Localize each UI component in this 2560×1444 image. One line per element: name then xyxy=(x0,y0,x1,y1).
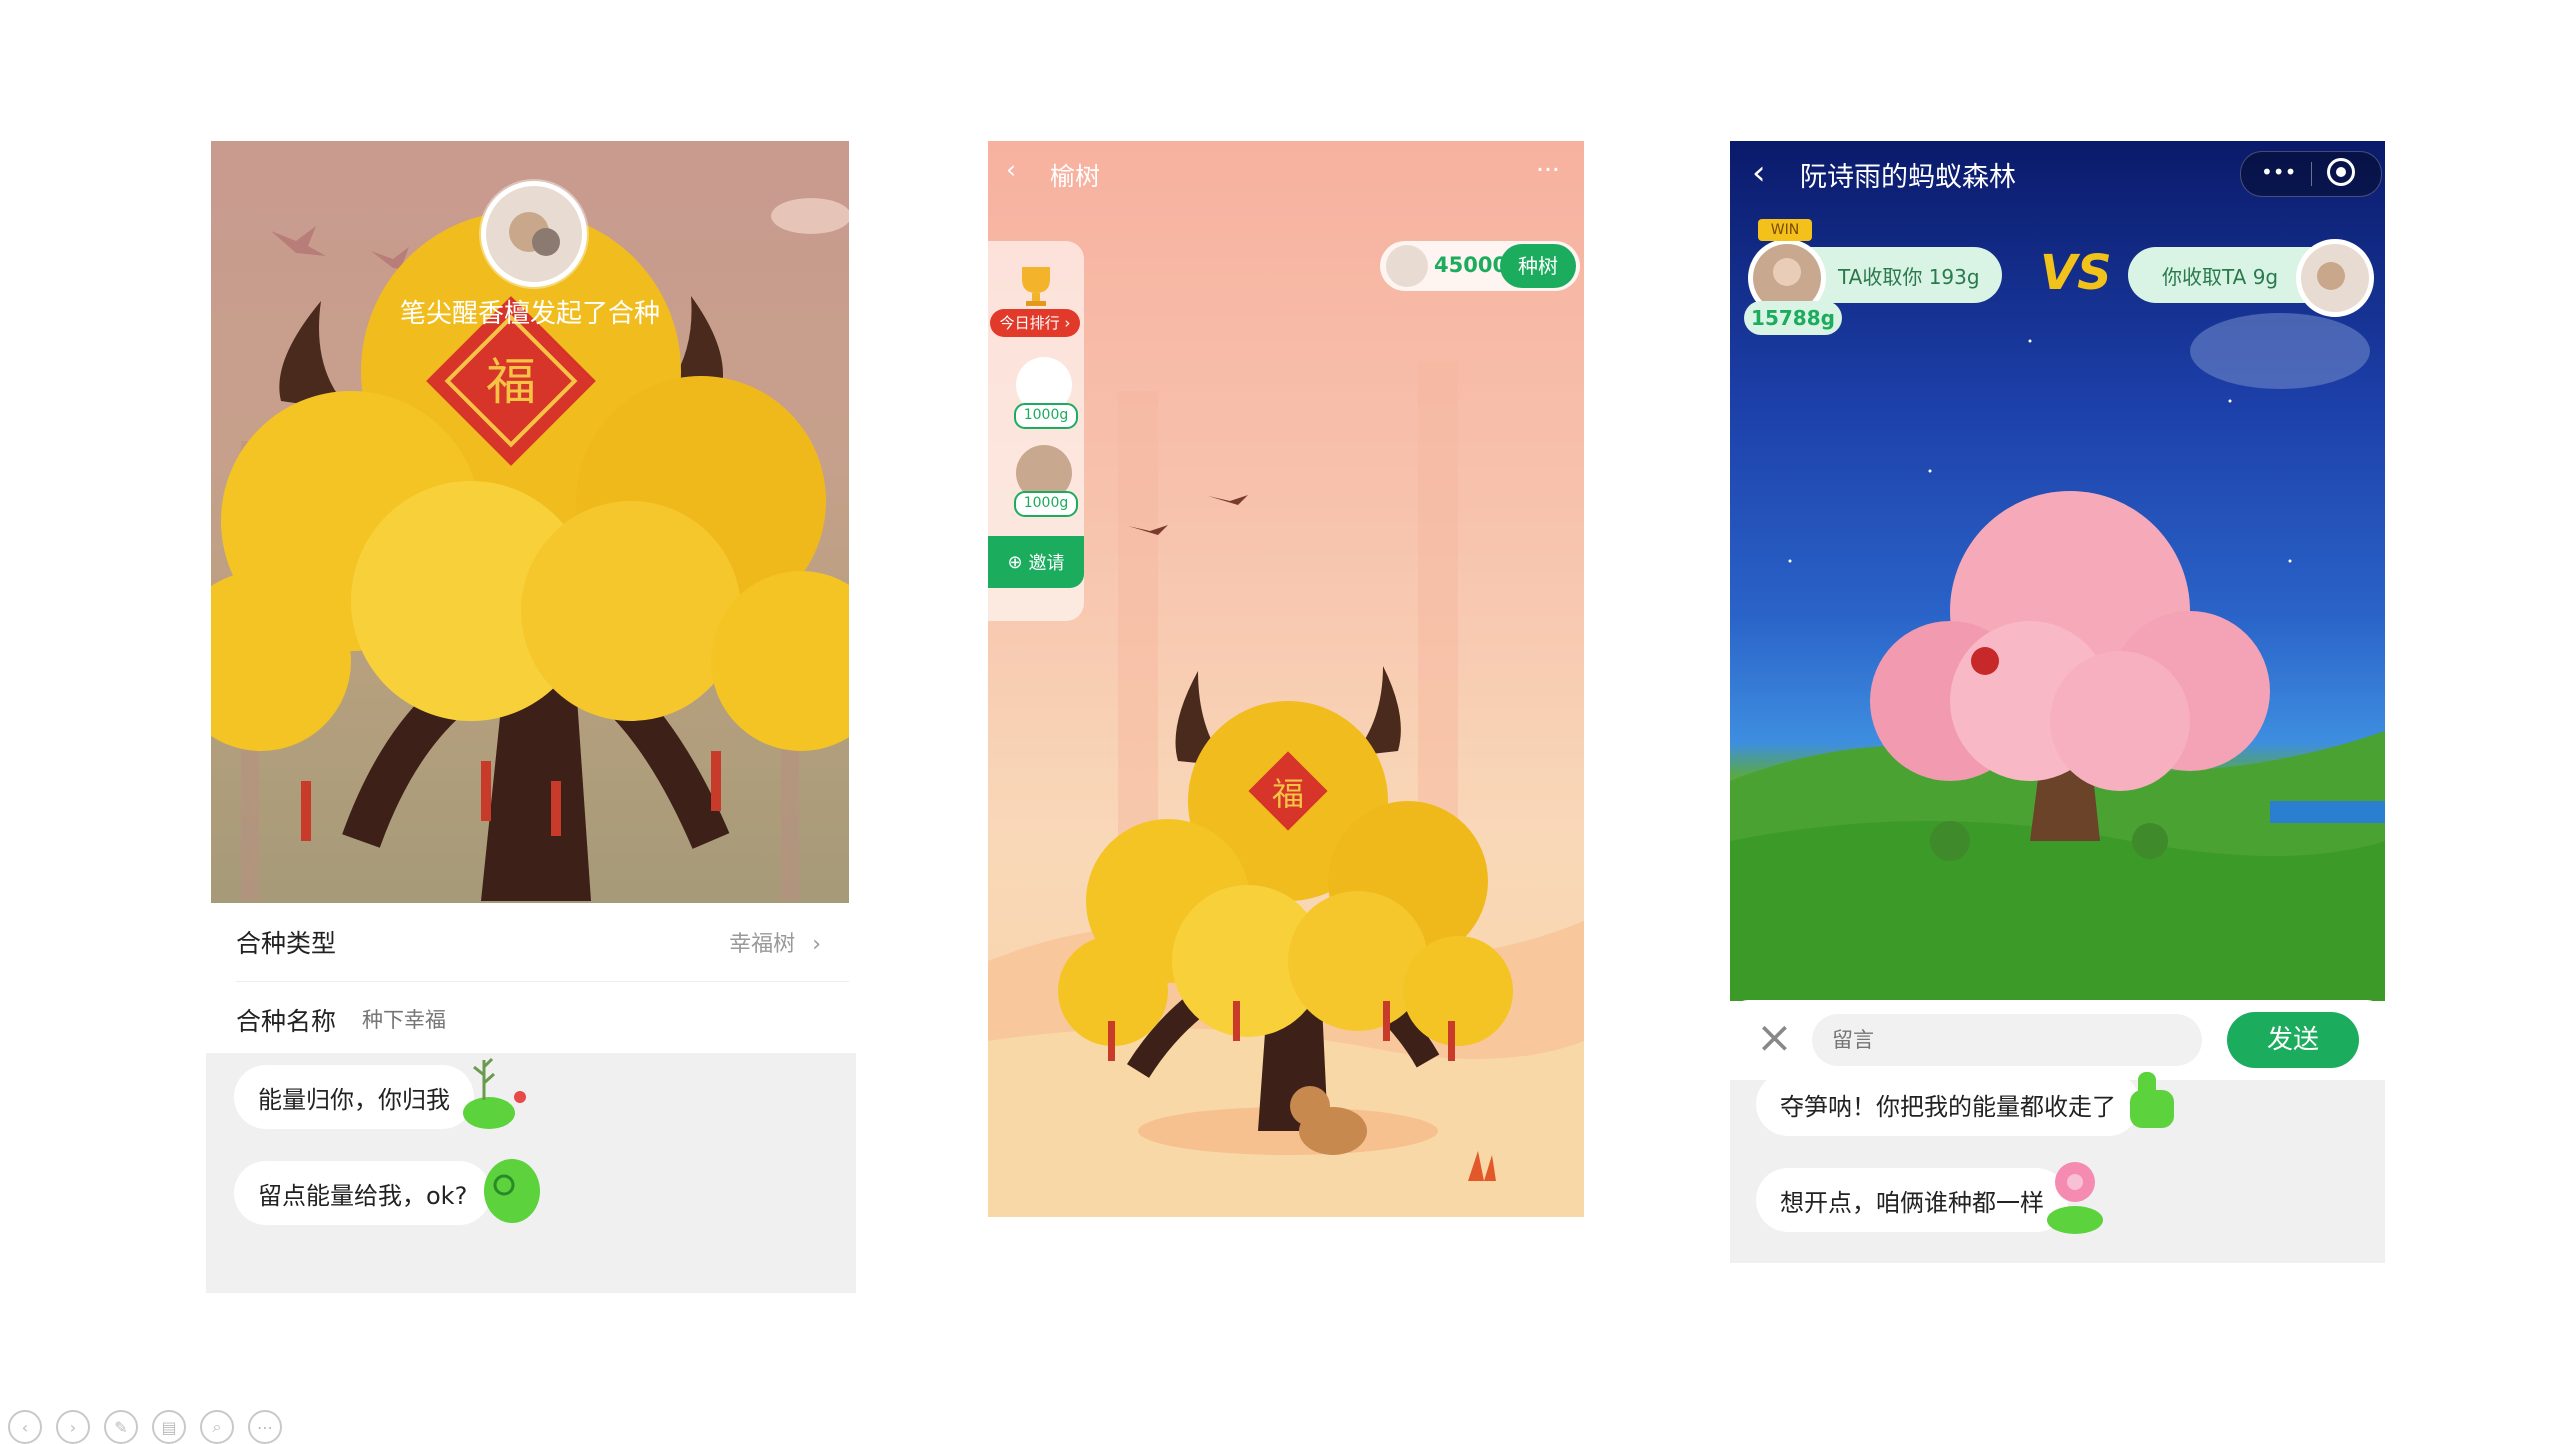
quick-message-list: 能量归你，你归我 留点能量给我，ok? xyxy=(206,1053,856,1293)
win-badge: WIN xyxy=(1758,219,1812,241)
quick-message[interactable]: 想开点，咱俩谁种都一样 xyxy=(1756,1168,2068,1232)
trophy-icon xyxy=(1022,267,1050,306)
nav-bar: ‹ 榆树 ··· xyxy=(988,141,1584,205)
avatar xyxy=(1386,245,1428,287)
row-label: 合种类型 xyxy=(236,929,337,958)
svg-text:福: 福 xyxy=(486,353,536,411)
page-title: 阮诗雨的蚂蚁森林 xyxy=(1800,162,2016,193)
slides-icon[interactable]: ▤ xyxy=(152,1410,186,1444)
tree-scene: 福 ‹ 榆树 ··· 今日排行 › 1000g 1000g ⊕ 邀请 45000… xyxy=(988,141,1584,1217)
zoom-icon[interactable]: ⌕ xyxy=(200,1410,234,1444)
comment-input[interactable] xyxy=(1812,1014,2202,1066)
hezhong-name-row: 合种名称 xyxy=(236,981,849,1059)
close-icon[interactable]: × xyxy=(1756,1010,1793,1066)
quick-message[interactable]: 留点能量给我，ok? xyxy=(234,1161,492,1225)
comment-bar: × 发送 xyxy=(1730,1000,2385,1080)
invite-button[interactable]: ⊕ 邀请 xyxy=(988,536,1084,588)
hand-plant-sticker-icon xyxy=(463,1057,526,1129)
next-icon[interactable]: › xyxy=(56,1410,90,1444)
friend-total-energy: 15788g xyxy=(1744,301,1842,335)
row-label: 合种名称 xyxy=(236,1007,337,1036)
vs-label: VS xyxy=(2040,245,2112,301)
more-icon[interactable]: ••• xyxy=(2261,160,2296,184)
rank-grams: 1000g xyxy=(1014,491,1078,517)
ok-hand-sticker-icon xyxy=(484,1159,540,1223)
flower-sticker-icon xyxy=(2047,1162,2103,1234)
back-icon[interactable]: ‹ xyxy=(1006,155,1016,184)
hezhong-name-input[interactable] xyxy=(360,1007,665,1033)
page-title: 榆树 xyxy=(1050,162,1101,191)
avatar[interactable] xyxy=(2296,239,2374,317)
close-capsule-icon[interactable] xyxy=(2327,158,2355,186)
hezhong-form: 合种类型 幸福树 › 合种名称 xyxy=(211,903,849,1053)
thumbs-up-sticker-icon xyxy=(2130,1072,2174,1128)
quick-message[interactable]: 夺笋呐！你把我的能量都收走了 xyxy=(1756,1072,2140,1136)
row-value: 幸福树 › xyxy=(729,932,821,957)
previous-icon[interactable]: ‹ xyxy=(8,1410,42,1444)
chevron-right-icon: › xyxy=(812,932,821,957)
plant-tree-button[interactable]: 种树 xyxy=(1500,244,1576,288)
rank-grams: 1000g xyxy=(1014,403,1078,429)
pen-icon[interactable]: ✎ xyxy=(104,1410,138,1444)
quick-message[interactable]: 能量归你，你归我 xyxy=(234,1065,474,1129)
slide-toolbar: ‹ › ✎ ▤ ⌕ ⋯ xyxy=(8,1410,282,1444)
mini-program-capsule: ••• xyxy=(2240,151,2382,197)
hezhong-banner: 福 笔尖醒香檀发起了合种 xyxy=(211,141,849,903)
hezhong-type-row[interactable]: 合种类型 幸福树 › xyxy=(236,903,849,982)
today-rank-button[interactable]: 今日排行 › xyxy=(990,309,1080,337)
back-icon[interactable]: ‹ xyxy=(1752,153,1766,193)
svg-text:福: 福 xyxy=(1272,775,1304,813)
banner-title: 笔尖醒香檀发起了合种 xyxy=(399,299,660,329)
avatar[interactable] xyxy=(481,181,587,287)
more-icon[interactable]: ··· xyxy=(1536,155,1560,184)
send-button[interactable]: 发送 xyxy=(2227,1012,2359,1068)
more-options-icon[interactable]: ⋯ xyxy=(248,1410,282,1444)
quick-message-list: 夺笋呐！你把我的能量都收走了 想开点，咱俩谁种都一样 xyxy=(1730,1072,2385,1263)
plus-circle-icon: ⊕ xyxy=(1007,551,1023,573)
forest-scene: ‹ 阮诗雨的蚂蚁森林 ••• TA收取你 193g WIN 15788g VS … xyxy=(1730,141,2385,1001)
